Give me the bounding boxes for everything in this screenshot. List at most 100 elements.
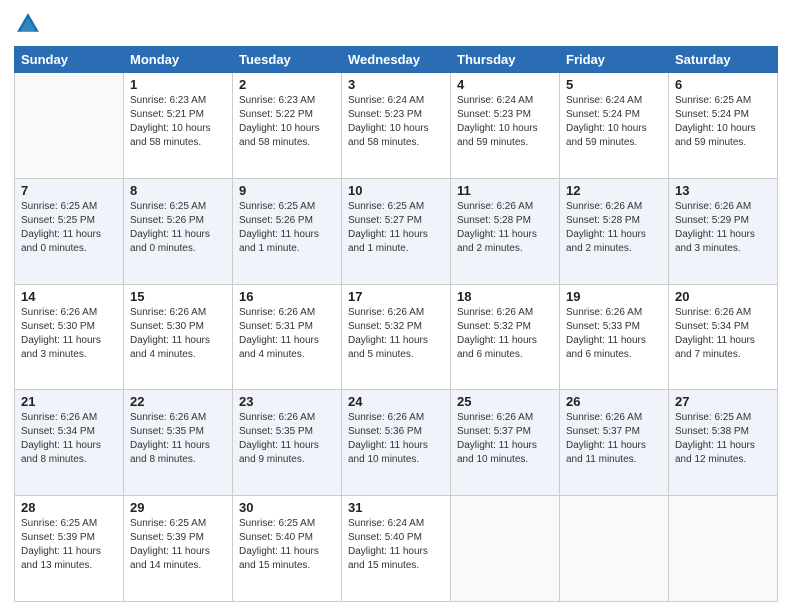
day-info: Sunrise: 6:26 AM Sunset: 5:30 PM Dayligh… <box>130 306 226 362</box>
day-info: Sunrise: 6:26 AM Sunset: 5:32 PM Dayligh… <box>348 306 444 362</box>
day-info: Sunrise: 6:26 AM Sunset: 5:34 PM Dayligh… <box>675 306 771 362</box>
calendar-cell: 16Sunrise: 6:26 AM Sunset: 5:31 PM Dayli… <box>233 284 342 390</box>
day-number: 24 <box>348 394 444 409</box>
header-cell-saturday: Saturday <box>669 47 778 73</box>
header-cell-tuesday: Tuesday <box>233 47 342 73</box>
header-cell-sunday: Sunday <box>15 47 124 73</box>
day-number: 12 <box>566 183 662 198</box>
calendar-cell: 13Sunrise: 6:26 AM Sunset: 5:29 PM Dayli… <box>669 178 778 284</box>
day-info: Sunrise: 6:25 AM Sunset: 5:40 PM Dayligh… <box>239 517 335 573</box>
day-number: 5 <box>566 77 662 92</box>
day-number: 17 <box>348 289 444 304</box>
day-number: 6 <box>675 77 771 92</box>
day-number: 22 <box>130 394 226 409</box>
calendar-cell: 29 Sunrise: 6:25 AM Sunset: 5:39 PM Dayli… <box>124 496 233 602</box>
day-info: Sunrise: 6:24 AM Sunset: 5:24 PM Dayligh… <box>566 94 662 150</box>
day-number: 31 <box>348 500 444 515</box>
header-cell-wednesday: Wednesday <box>342 47 451 73</box>
day-number: 27 <box>675 394 771 409</box>
calendar-cell: 20 Sunrise: 6:26 AM Sunset: 5:34 PM Dayli… <box>669 284 778 390</box>
day-info: Sunrise: 6:25 AM Sunset: 5:25 PM Dayligh… <box>21 200 117 256</box>
day-info: Sunrise: 6:26 AM Sunset: 5:28 PM Dayligh… <box>457 200 553 256</box>
day-number: 29 <box>130 500 226 515</box>
header-cell-monday: Monday <box>124 47 233 73</box>
calendar-cell: 5 Sunrise: 6:24 AM Sunset: 5:24 PM Daylig… <box>560 73 669 179</box>
day-info: Sunrise: 6:24 AM Sunset: 5:23 PM Dayligh… <box>348 94 444 150</box>
day-number: 26 <box>566 394 662 409</box>
day-number: 28 <box>21 500 117 515</box>
day-number: 30 <box>239 500 335 515</box>
calendar-cell: 7 Sunrise: 6:25 AM Sunset: 5:25 PM Daylig… <box>15 178 124 284</box>
logo <box>14 10 46 38</box>
calendar-cell: 27 Sunrise: 6:25 AM Sunset: 5:38 PM Dayli… <box>669 390 778 496</box>
calendar-cell <box>15 73 124 179</box>
calendar-cell: 10 Sunrise: 6:25 AM Sunset: 5:27 PM Dayli… <box>342 178 451 284</box>
calendar-cell: 11 Sunrise: 6:26 AM Sunset: 5:28 PM Dayli… <box>451 178 560 284</box>
day-number: 9 <box>239 183 335 198</box>
day-info: Sunrise: 6:25 AM Sunset: 5:24 PM Dayligh… <box>675 94 771 150</box>
day-info: Sunrise: 6:25 AM Sunset: 5:39 PM Dayligh… <box>21 517 117 573</box>
day-info: Sunrise: 6:26 AM Sunset: 5:35 PM Dayligh… <box>239 411 335 467</box>
calendar-cell: 28 Sunrise: 6:25 AM Sunset: 5:39 PM Dayli… <box>15 496 124 602</box>
day-info: Sunrise: 6:24 AM Sunset: 5:40 PM Dayligh… <box>348 517 444 573</box>
calendar-week-row: 28 Sunrise: 6:25 AM Sunset: 5:39 PM Dayli… <box>15 496 778 602</box>
day-number: 14 <box>21 289 117 304</box>
day-info: Sunrise: 6:25 AM Sunset: 5:39 PM Dayligh… <box>130 517 226 573</box>
calendar-cell: 15Sunrise: 6:26 AM Sunset: 5:30 PM Dayli… <box>124 284 233 390</box>
calendar-week-row: 21Sunrise: 6:26 AM Sunset: 5:34 PM Dayli… <box>15 390 778 496</box>
header-cell-thursday: Thursday <box>451 47 560 73</box>
calendar-week-row: 7 Sunrise: 6:25 AM Sunset: 5:25 PM Daylig… <box>15 178 778 284</box>
day-info: Sunrise: 6:26 AM Sunset: 5:30 PM Dayligh… <box>21 306 117 362</box>
day-info: Sunrise: 6:26 AM Sunset: 5:36 PM Dayligh… <box>348 411 444 467</box>
logo-icon <box>14 10 42 38</box>
day-info: Sunrise: 6:23 AM Sunset: 5:21 PM Dayligh… <box>130 94 226 150</box>
calendar-cell <box>560 496 669 602</box>
calendar-header-row: SundayMondayTuesdayWednesdayThursdayFrid… <box>15 47 778 73</box>
day-number: 25 <box>457 394 553 409</box>
day-number: 3 <box>348 77 444 92</box>
day-number: 13 <box>675 183 771 198</box>
day-number: 2 <box>239 77 335 92</box>
day-number: 16 <box>239 289 335 304</box>
calendar-cell: 6 Sunrise: 6:25 AM Sunset: 5:24 PM Daylig… <box>669 73 778 179</box>
day-number: 4 <box>457 77 553 92</box>
calendar-body: 1Sunrise: 6:23 AM Sunset: 5:21 PM Daylig… <box>15 73 778 602</box>
calendar-cell: 25 Sunrise: 6:26 AM Sunset: 5:37 PM Dayli… <box>451 390 560 496</box>
day-info: Sunrise: 6:25 AM Sunset: 5:27 PM Dayligh… <box>348 200 444 256</box>
day-info: Sunrise: 6:25 AM Sunset: 5:38 PM Dayligh… <box>675 411 771 467</box>
day-info: Sunrise: 6:26 AM Sunset: 5:32 PM Dayligh… <box>457 306 553 362</box>
calendar-cell: 2 Sunrise: 6:23 AM Sunset: 5:22 PM Daylig… <box>233 73 342 179</box>
day-number: 11 <box>457 183 553 198</box>
day-number: 18 <box>457 289 553 304</box>
day-info: Sunrise: 6:24 AM Sunset: 5:23 PM Dayligh… <box>457 94 553 150</box>
day-number: 8 <box>130 183 226 198</box>
day-number: 19 <box>566 289 662 304</box>
day-info: Sunrise: 6:26 AM Sunset: 5:34 PM Dayligh… <box>21 411 117 467</box>
day-info: Sunrise: 6:25 AM Sunset: 5:26 PM Dayligh… <box>239 200 335 256</box>
calendar-cell: 3 Sunrise: 6:24 AM Sunset: 5:23 PM Daylig… <box>342 73 451 179</box>
day-info: Sunrise: 6:23 AM Sunset: 5:22 PM Dayligh… <box>239 94 335 150</box>
calendar-cell: 8 Sunrise: 6:25 AM Sunset: 5:26 PM Daylig… <box>124 178 233 284</box>
day-info: Sunrise: 6:25 AM Sunset: 5:26 PM Dayligh… <box>130 200 226 256</box>
calendar-cell: 23Sunrise: 6:26 AM Sunset: 5:35 PM Dayli… <box>233 390 342 496</box>
day-number: 10 <box>348 183 444 198</box>
calendar-cell <box>669 496 778 602</box>
calendar-cell: 31 Sunrise: 6:24 AM Sunset: 5:40 PM Dayli… <box>342 496 451 602</box>
calendar-cell: 14 Sunrise: 6:26 AM Sunset: 5:30 PM Dayli… <box>15 284 124 390</box>
day-info: Sunrise: 6:26 AM Sunset: 5:37 PM Dayligh… <box>566 411 662 467</box>
calendar-cell: 24 Sunrise: 6:26 AM Sunset: 5:36 PM Dayli… <box>342 390 451 496</box>
calendar-cell <box>451 496 560 602</box>
header <box>14 10 778 38</box>
calendar-cell: 4 Sunrise: 6:24 AM Sunset: 5:23 PM Daylig… <box>451 73 560 179</box>
day-number: 20 <box>675 289 771 304</box>
calendar-cell: 26 Sunrise: 6:26 AM Sunset: 5:37 PM Dayli… <box>560 390 669 496</box>
calendar-cell: 18 Sunrise: 6:26 AM Sunset: 5:32 PM Dayli… <box>451 284 560 390</box>
calendar-cell: 9 Sunrise: 6:25 AM Sunset: 5:26 PM Daylig… <box>233 178 342 284</box>
calendar-cell: 30 Sunrise: 6:25 AM Sunset: 5:40 PM Dayli… <box>233 496 342 602</box>
calendar-week-row: 14 Sunrise: 6:26 AM Sunset: 5:30 PM Dayli… <box>15 284 778 390</box>
day-number: 7 <box>21 183 117 198</box>
calendar-table: SundayMondayTuesdayWednesdayThursdayFrid… <box>14 46 778 602</box>
calendar-cell: 12Sunrise: 6:26 AM Sunset: 5:28 PM Dayli… <box>560 178 669 284</box>
calendar-cell: 1Sunrise: 6:23 AM Sunset: 5:21 PM Daylig… <box>124 73 233 179</box>
day-info: Sunrise: 6:26 AM Sunset: 5:37 PM Dayligh… <box>457 411 553 467</box>
